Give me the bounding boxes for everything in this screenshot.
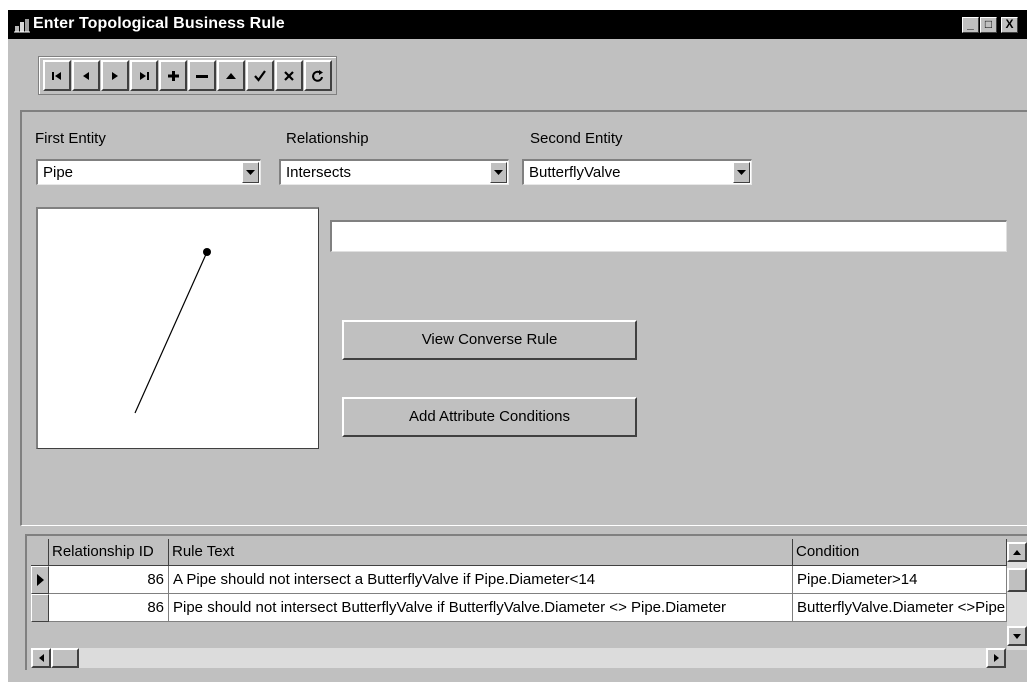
app-icon bbox=[14, 19, 30, 33]
add-attribute-conditions-button[interactable]: Add Attribute Conditions bbox=[342, 397, 637, 437]
up-triangle-icon bbox=[226, 72, 236, 79]
second-entity-combo[interactable]: ButterflyValve bbox=[522, 159, 752, 185]
next-record-button[interactable] bbox=[101, 60, 129, 91]
relationship-label: Relationship bbox=[286, 130, 369, 147]
refresh-icon bbox=[312, 69, 323, 82]
delete-record-button[interactable] bbox=[188, 60, 216, 91]
chevron-down-icon[interactable] bbox=[490, 162, 507, 183]
title-bar[interactable]: Enter Topological Business Rule _ □ X bbox=[8, 10, 1027, 39]
checkmark-icon bbox=[254, 69, 266, 82]
column-header-relationship-id[interactable]: Relationship ID bbox=[49, 539, 169, 566]
plus-icon bbox=[168, 70, 179, 81]
add-record-button[interactable] bbox=[159, 60, 187, 91]
grid-corner bbox=[31, 539, 49, 566]
first-entity-value: Pipe bbox=[43, 164, 74, 181]
refresh-button[interactable] bbox=[304, 60, 332, 91]
minimize-button[interactable]: _ bbox=[962, 17, 979, 33]
row-selector-current[interactable] bbox=[31, 566, 49, 594]
column-header-condition[interactable]: Condition bbox=[793, 539, 1007, 566]
table-cell-condition[interactable]: Pipe.Diameter>14 bbox=[793, 566, 1007, 594]
relationship-combo[interactable]: Intersects bbox=[279, 159, 509, 185]
last-record-icon bbox=[140, 71, 149, 80]
last-record-button[interactable] bbox=[130, 60, 158, 91]
scroll-left-icon[interactable] bbox=[31, 648, 51, 668]
view-converse-rule-button[interactable]: View Converse Rule bbox=[342, 320, 637, 360]
navigator-toolbar bbox=[38, 56, 337, 95]
chevron-down-icon[interactable] bbox=[733, 162, 750, 183]
x-icon bbox=[284, 70, 294, 81]
table-cell-rule-text[interactable]: A Pipe should not intersect a ButterflyV… bbox=[169, 566, 793, 594]
relationship-value: Intersects bbox=[286, 164, 352, 181]
rules-grid: Relationship ID Rule Text Condition 86 A… bbox=[25, 534, 1027, 670]
chevron-down-icon[interactable] bbox=[242, 162, 259, 183]
scroll-down-icon[interactable] bbox=[1007, 626, 1027, 646]
scroll-up-icon[interactable] bbox=[1007, 542, 1027, 562]
second-entity-value: ButterflyValve bbox=[529, 164, 621, 181]
intersects-diagram-graphic bbox=[134, 248, 211, 414]
post-edit-button[interactable] bbox=[246, 60, 274, 91]
maximize-button[interactable]: □ bbox=[980, 17, 997, 33]
previous-record-icon bbox=[83, 71, 89, 80]
relationship-diagram bbox=[36, 207, 319, 449]
rule-text-input[interactable] bbox=[330, 220, 1007, 252]
first-record-icon bbox=[52, 71, 61, 80]
column-header-rule-text[interactable]: Rule Text bbox=[169, 539, 793, 566]
table-cell-rule-text[interactable]: Pipe should not intersect ButterflyValve… bbox=[169, 594, 793, 622]
rule-window: Enter Topological Business Rule _ □ X Fi… bbox=[8, 10, 1027, 682]
window-title: Enter Topological Business Rule bbox=[33, 15, 285, 32]
vertical-scroll-thumb[interactable] bbox=[1007, 568, 1027, 592]
close-button[interactable]: X bbox=[1001, 17, 1018, 33]
table-cell-id[interactable]: 86 bbox=[49, 594, 169, 622]
vertical-scrollbar[interactable] bbox=[1007, 542, 1027, 650]
second-entity-label: Second Entity bbox=[530, 130, 623, 147]
horizontal-scroll-thumb[interactable] bbox=[51, 648, 79, 668]
first-record-button[interactable] bbox=[43, 60, 71, 91]
horizontal-scrollbar[interactable] bbox=[31, 648, 1006, 668]
edit-record-button[interactable] bbox=[217, 60, 245, 91]
next-record-icon bbox=[112, 71, 118, 80]
table-cell-condition[interactable]: ButterflyValve.Diameter <>Pipe.Diameter bbox=[793, 594, 1007, 622]
first-entity-label: First Entity bbox=[35, 130, 106, 147]
minus-icon bbox=[196, 74, 208, 78]
current-row-arrow-icon bbox=[36, 574, 44, 586]
scroll-right-icon[interactable] bbox=[986, 648, 1006, 668]
cancel-edit-button[interactable] bbox=[275, 60, 303, 91]
table-cell-id[interactable]: 86 bbox=[49, 566, 169, 594]
row-selector[interactable] bbox=[31, 594, 49, 622]
first-entity-combo[interactable]: Pipe bbox=[36, 159, 261, 185]
previous-record-button[interactable] bbox=[72, 60, 100, 91]
